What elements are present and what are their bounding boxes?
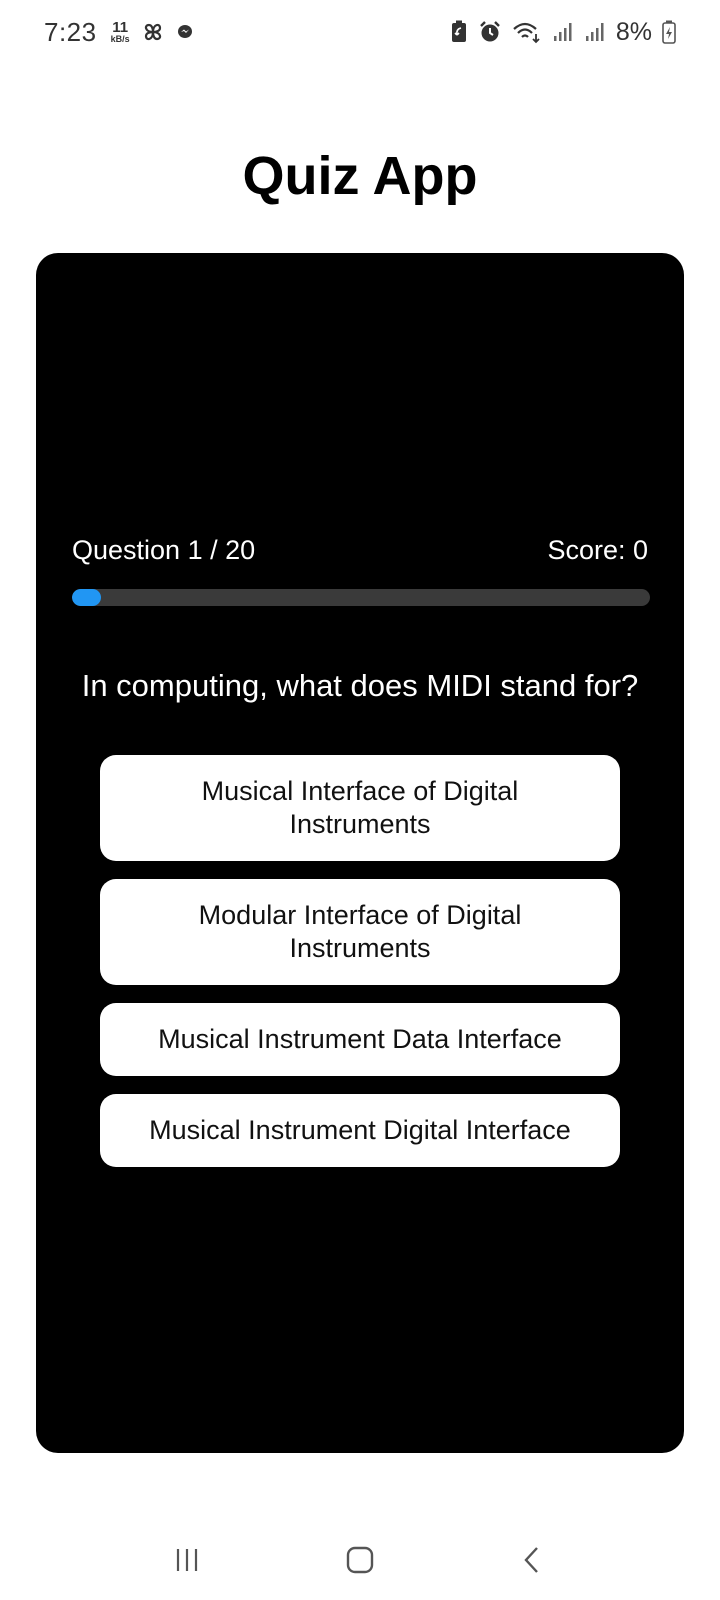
home-icon[interactable] (330, 1535, 390, 1585)
status-bar: 7:23 11 kB/s 8% (0, 0, 720, 64)
network-speed: 11 kB/s (111, 20, 130, 44)
network-speed-value: 11 (112, 19, 129, 36)
answer-option-3[interactable]: Musical Instrument Data Interface (100, 1003, 620, 1076)
answer-option-2[interactable]: Modular Interface of Digital Instruments (100, 879, 620, 985)
quiz-header: Question 1 / 20 Score: 0 (72, 535, 648, 566)
messenger-icon (176, 23, 194, 41)
battery-icon (662, 20, 676, 44)
question-counter: Question 1 / 20 (72, 535, 256, 565)
battery-percent: 8% (615, 17, 652, 46)
signal-icon (584, 21, 606, 43)
clock: 7:23 (44, 16, 97, 47)
back-icon[interactable] (503, 1535, 563, 1585)
quiz-card: Question 1 / 20 Score: 0 In computing, w… (36, 253, 684, 1453)
wifi-icon (512, 20, 542, 44)
alarm-icon (478, 20, 502, 44)
progress-bar (72, 589, 650, 606)
answer-option-1[interactable]: Musical Interface of Digital Instruments (100, 755, 620, 861)
recents-icon[interactable] (157, 1535, 217, 1585)
answer-option-4[interactable]: Musical Instrument Digital Interface (100, 1094, 620, 1167)
status-bar-right: 8% (450, 18, 676, 47)
signal-icon (552, 21, 574, 43)
app-title: Quiz App (242, 146, 478, 206)
network-speed-unit: kB/s (110, 34, 130, 44)
navigation-bar (0, 1520, 720, 1600)
progress-bar-fill (72, 589, 101, 606)
score-label: Score: 0 (547, 535, 648, 565)
battery-saver-icon (450, 20, 468, 44)
question-text: In computing, what does MIDI stand for? (81, 668, 639, 703)
status-bar-left: 7:23 11 kB/s (44, 17, 194, 48)
pinwheel-icon (140, 19, 166, 45)
answer-list: Musical Interface of Digital Instruments… (100, 755, 620, 1167)
